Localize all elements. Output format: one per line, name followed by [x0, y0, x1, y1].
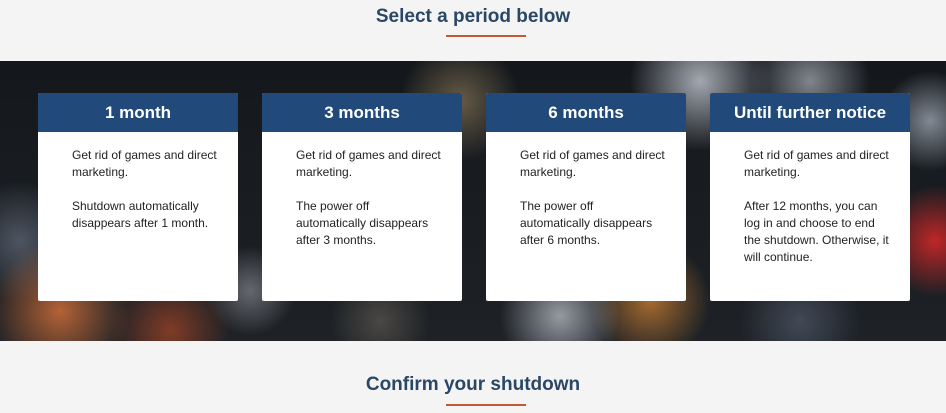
period-options: 1 month Get rid of games and direct mark…	[38, 93, 910, 301]
period-card-duration-note: The power off automatically disappears a…	[296, 199, 429, 247]
period-card-benefit: Get rid of games and direct marketing.	[72, 148, 217, 179]
period-card-title: 3 months	[262, 93, 462, 132]
period-card-benefit: Get rid of games and direct marketing.	[296, 148, 441, 179]
period-card-duration-note: The power off automatically disappears a…	[520, 199, 653, 247]
period-section-title: Select a period below	[375, 6, 571, 27]
period-title-underline	[446, 35, 526, 37]
period-card-description: Get rid of games and direct marketing. S…	[38, 132, 238, 232]
period-card-title: 6 months	[486, 93, 686, 132]
period-card-benefit: Get rid of games and direct marketing.	[744, 148, 889, 179]
period-card-duration-note: After 12 months, you can log in and choo…	[744, 199, 889, 264]
period-card-title: 1 month	[38, 93, 238, 132]
period-card-benefit: Get rid of games and direct marketing.	[520, 148, 665, 179]
period-card-description: Get rid of games and direct marketing. A…	[710, 132, 910, 266]
period-card-6-months[interactable]: 6 months Get rid of games and direct mar…	[486, 93, 686, 301]
period-card-1-month[interactable]: 1 month Get rid of games and direct mark…	[38, 93, 238, 301]
confirm-section-title: Confirm your shutdown	[365, 374, 581, 395]
period-section-header: Select a period below	[0, 0, 946, 61]
period-card-duration-note: Shutdown automatically disappears after …	[72, 199, 209, 230]
period-card-3-months[interactable]: 3 months Get rid of games and direct mar…	[262, 93, 462, 301]
period-card-until-further-notice[interactable]: Until further notice Get rid of games an…	[710, 93, 910, 301]
bokeh-background: 1 month Get rid of games and direct mark…	[0, 61, 946, 341]
period-card-description: Get rid of games and direct marketing. T…	[262, 132, 462, 249]
confirm-title-underline	[446, 404, 526, 406]
period-card-title: Until further notice	[710, 93, 910, 132]
period-card-description: Get rid of games and direct marketing. T…	[486, 132, 686, 249]
